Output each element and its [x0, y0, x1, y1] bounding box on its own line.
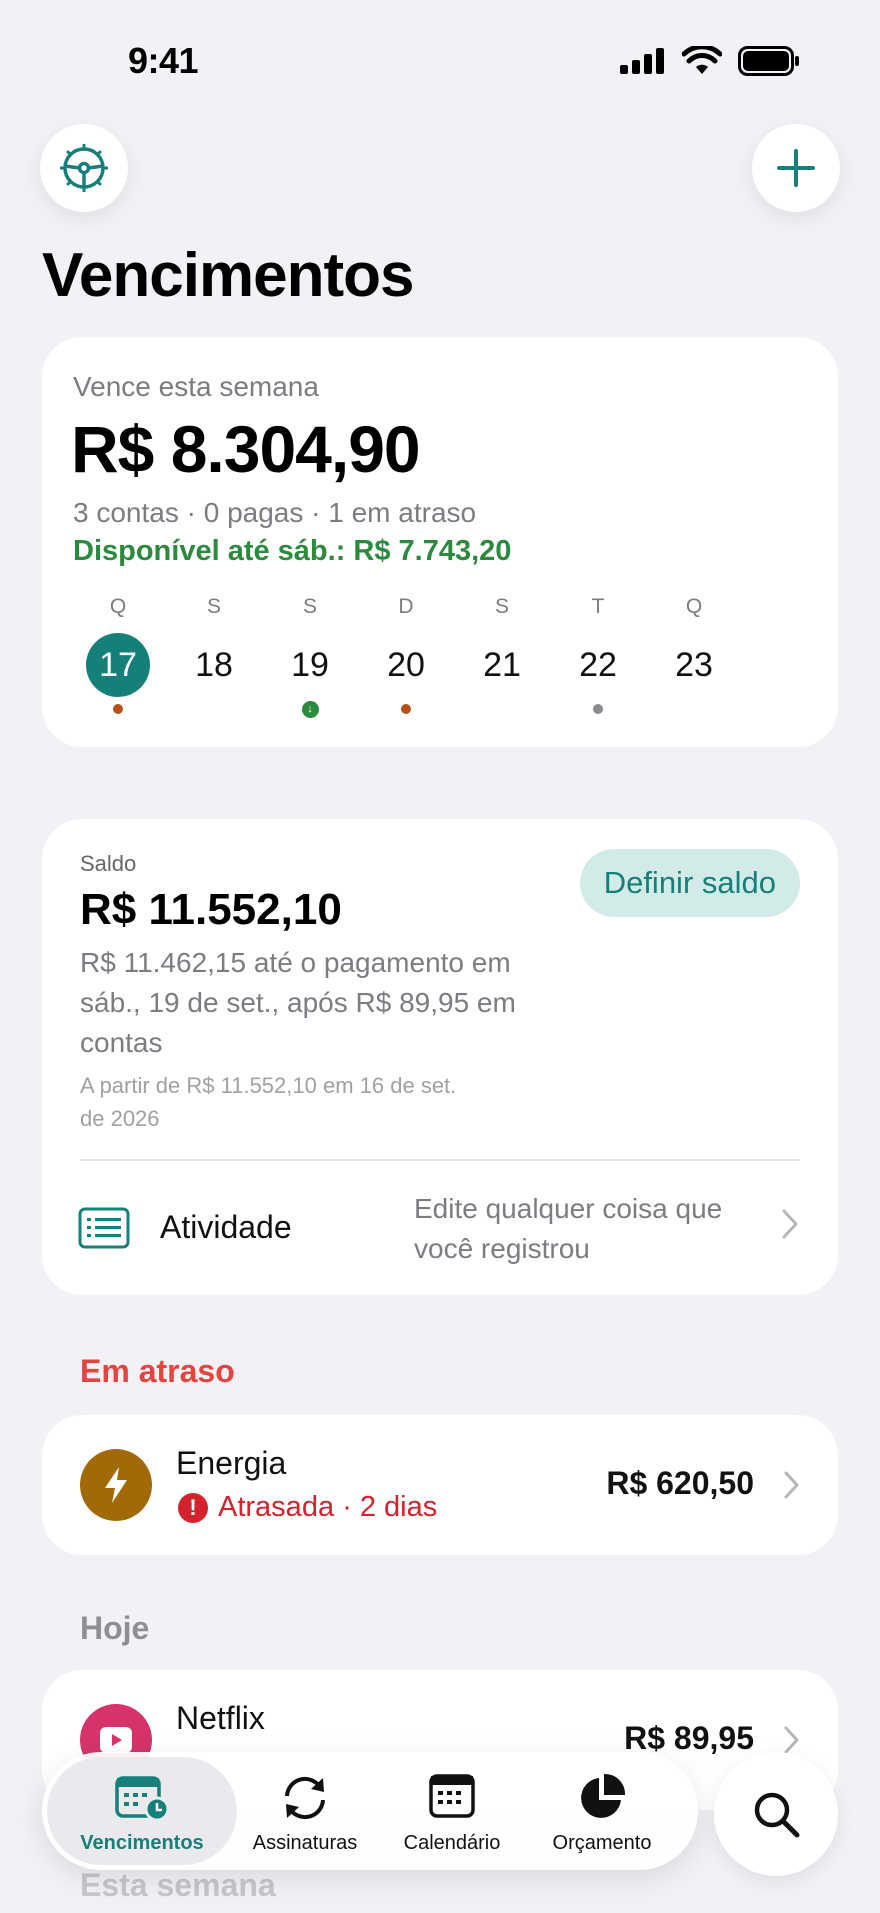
- energy-avatar: [80, 1449, 152, 1521]
- week-summary-card: Vence esta semana R$ 8.304,90 3 contas ·…: [42, 337, 838, 747]
- balance-note: A partir de R$ 11.552,10 em 16 de set. d…: [80, 1073, 457, 1131]
- lightning-icon: [105, 1467, 127, 1503]
- day-20[interactable]: D 20: [364, 595, 448, 714]
- bill-due-dot: [593, 704, 603, 714]
- tab-label: Vencimentos: [80, 1832, 204, 1854]
- tab-label: Calendário: [403, 1832, 501, 1854]
- balance-label: Saldo: [80, 851, 137, 876]
- search-icon: [754, 1792, 800, 1838]
- refresh-icon: [285, 1776, 325, 1820]
- day-number: 17: [86, 633, 150, 697]
- chevron-right-icon: [784, 1471, 799, 1499]
- calendar-clock-icon: [115, 1776, 170, 1822]
- week-label: Vence esta semana: [73, 371, 319, 402]
- day-23[interactable]: Q 23: [652, 595, 736, 697]
- day-19[interactable]: S 19 ↓: [268, 595, 352, 718]
- overdue-section-title: Em atraso: [80, 1353, 235, 1389]
- tab-orcamento[interactable]: Orçamento: [532, 1752, 672, 1870]
- activity-hint: Edite qualquer coisa que você registrou: [414, 1193, 723, 1264]
- tab-label: Orçamento: [552, 1832, 652, 1854]
- add-button[interactable]: [752, 124, 840, 212]
- battery-icon: [738, 46, 799, 76]
- tab-calendario[interactable]: Calendário: [382, 1752, 522, 1870]
- status-icons: [620, 46, 800, 76]
- pie-chart-icon: [581, 1773, 626, 1818]
- week-bill-stats: 3 contas · 0 pagas · 1 em atraso: [73, 497, 477, 528]
- day-number: 20: [387, 646, 425, 684]
- bill-name: Energia: [176, 1445, 287, 1481]
- day-22[interactable]: T 22: [556, 595, 640, 714]
- page-title: Vencimentos: [42, 241, 414, 310]
- bill-amount: R$ 620,50: [606, 1465, 754, 1501]
- status-time: 9:41: [128, 40, 199, 81]
- day-number: 22: [579, 646, 617, 684]
- day-letter: S: [302, 595, 317, 618]
- day-17[interactable]: Q 17: [76, 595, 160, 714]
- available-amount: Disponível até sáb.: R$ 7.743,20: [73, 535, 512, 567]
- tab-vencimentos[interactable]: Vencimentos: [47, 1757, 237, 1865]
- tab-label: Assinaturas: [252, 1832, 358, 1854]
- day-letter: S: [206, 595, 221, 618]
- bill-name: Netflix: [176, 1700, 265, 1736]
- bill-due-dot: [401, 704, 411, 714]
- day-letter: T: [591, 595, 605, 618]
- bill-status: ! Atrasada · 2 dias: [178, 1491, 437, 1524]
- day-number: 21: [483, 646, 521, 684]
- day-letter: D: [398, 595, 414, 618]
- define-balance-button[interactable]: Definir saldo: [579, 849, 800, 917]
- day-21[interactable]: S 21: [460, 595, 544, 697]
- week-total-amount: R$ 8.304,90: [71, 412, 421, 486]
- balance-amount: R$ 11.552,10: [80, 885, 342, 934]
- activity-list-icon: [78, 1207, 130, 1249]
- this-week-section-title: Esta semana: [80, 1867, 276, 1903]
- tab-bar: Vencimentos Assinaturas Calendário Orçam…: [42, 1752, 698, 1870]
- activity-link[interactable]: Atividade: [160, 1209, 292, 1246]
- week-day-strip: Q 17 S 18 S 19 ↓ D 20 S 21 T 22 Q 23: [76, 595, 796, 718]
- today-section-title: Hoje: [80, 1610, 150, 1646]
- bill-row-energy[interactable]: Energia ! Atrasada · 2 dias R$ 620,50: [42, 1415, 838, 1555]
- overdue-text: Atrasada · 2 dias: [218, 1491, 438, 1523]
- bill-due-dot: [113, 704, 123, 714]
- day-letter: Q: [685, 595, 703, 618]
- calendar-icon: [429, 1774, 475, 1818]
- day-18[interactable]: S 18: [172, 595, 256, 697]
- alert-icon: !: [178, 1492, 208, 1523]
- day-number: 19: [291, 646, 329, 684]
- settings-button[interactable]: [40, 124, 128, 212]
- balance-card: Saldo R$ 11.552,10 R$ 11.462,15 até o pa…: [42, 819, 838, 1295]
- plus-icon: [777, 149, 815, 187]
- day-number: 18: [195, 646, 233, 684]
- cellular-signal-icon: [620, 48, 664, 74]
- day-letter: Q: [109, 595, 127, 618]
- search-button[interactable]: [714, 1752, 838, 1876]
- steering-wheel-icon: [60, 144, 108, 192]
- day-letter: S: [494, 595, 509, 618]
- chevron-right-icon[interactable]: [780, 1207, 800, 1241]
- divider: [80, 1159, 800, 1161]
- tab-assinaturas[interactable]: Assinaturas: [240, 1752, 370, 1870]
- income-arrow-icon: ↓: [301, 701, 319, 718]
- chevron-right-icon: [784, 1726, 799, 1754]
- day-number: 23: [675, 646, 713, 684]
- wifi-icon: [682, 46, 722, 74]
- balance-projection: R$ 11.462,15 até o pagamento em sáb., 19…: [80, 947, 516, 1058]
- play-icon: [100, 1727, 132, 1753]
